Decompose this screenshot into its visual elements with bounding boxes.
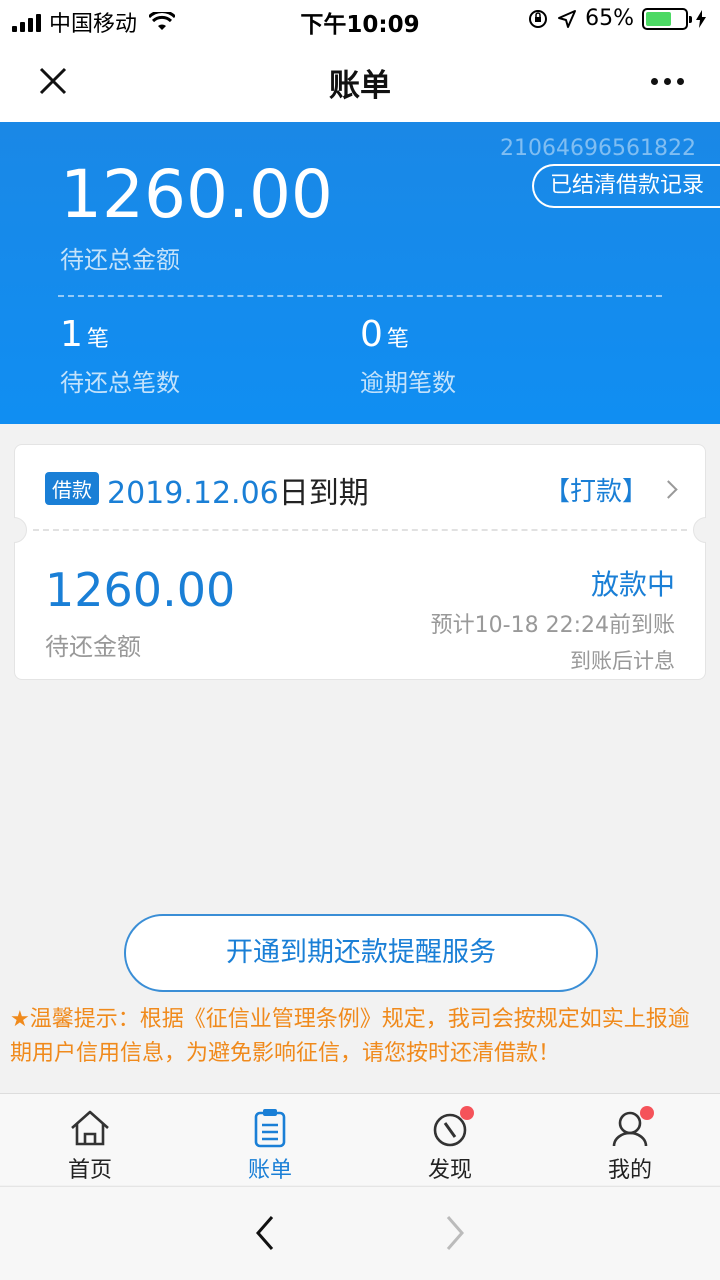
location-icon [558,9,577,28]
loan-interest-note: 到账后计息 [570,649,675,673]
chevron-left-icon [256,1216,274,1250]
overdue-count-label: 逾期笔数 [360,369,456,397]
warm-tip: ★温馨提示：根据《征信业管理条例》规定，我司会按规定如实上报逾期用户信用信息，为… [10,1007,690,1066]
notification-badge [640,1106,654,1120]
loan-tag: 借款 [45,472,99,505]
bill-id: 21064696561822 [500,136,696,161]
pending-count: 1 [60,314,83,355]
status-bar: 中国移动 下午10:09 65% [0,0,720,40]
tab-label: 首页 [67,1158,112,1183]
browser-toolbar [0,1186,720,1280]
pending-count-block: 1笔 待还总笔数 [60,314,180,398]
battery-percent: 65% [585,6,634,31]
tab-bill[interactable]: 账单 [180,1094,360,1185]
bill-summary: 21064696561822 已结清借款记录 1260.00 待还总金额 1笔 … [0,122,720,424]
due-date-value: 2019.12.06 [107,476,279,511]
divider [58,295,662,297]
due-date: 2019.12.06日到期 [107,468,369,512]
tab-label: 我的 [607,1158,652,1183]
overdue-count-block: 0笔 逾期笔数 [360,314,456,398]
settled-records-button[interactable]: 已结清借款记录 [531,164,720,208]
notification-badge [460,1106,474,1120]
loan-amount-label: 待还金额 [45,633,141,661]
more-dot-icon [676,77,684,85]
tab-mine[interactable]: 我的 [540,1094,720,1185]
bill-icon [254,1109,286,1148]
pay-link-label: 【打款】 [543,477,648,507]
overdue-unit: 笔 [386,327,409,352]
card-notch-right [693,517,706,543]
loan-card-header: 借款 2019.12.06日到期 【打款】 [15,445,705,529]
card-notch-left [14,517,27,543]
battery-icon [642,7,692,30]
rotation-lock-icon [529,9,548,28]
battery-fill [646,11,671,26]
tab-bar: 首页 账单 发现 我的 [0,1093,720,1185]
page-title: 账单 [329,68,391,104]
tab-discover[interactable]: 发现 [360,1094,540,1185]
status-right: 65% [527,6,706,31]
home-icon [71,1110,109,1146]
due-date-suffix: 日到期 [278,476,369,511]
pending-count-label: 待还总笔数 [60,369,180,397]
overdue-count: 0 [360,314,383,355]
back-button[interactable] [244,1211,288,1255]
enable-reminder-button[interactable]: 开通到期还款提醒服务 [124,914,598,992]
tab-home[interactable]: 首页 [0,1094,180,1185]
card-divider [33,529,687,531]
chevron-right-icon [659,480,678,499]
total-amount-label: 待还总金额 [60,246,180,274]
forward-button[interactable] [432,1211,476,1255]
nav-bar: 账单 [0,40,720,122]
loan-amount: 1260.00 [45,563,236,617]
pay-link[interactable]: 【打款】 [543,471,678,508]
loan-card[interactable]: 借款 2019.12.06日到期 【打款】 1260.00 待还金额 放款中 预… [14,444,706,680]
total-amount: 1260.00 [60,156,333,233]
charging-icon [696,9,706,28]
more-dot-icon [663,77,671,85]
pending-unit: 笔 [86,327,109,352]
loan-eta: 预计10-18 22:24前到账 [430,613,675,638]
loan-status: 放款中 [590,568,675,601]
more-dot-icon [650,77,658,85]
chevron-right-icon [446,1216,464,1250]
more-button[interactable] [642,56,692,106]
tab-label: 发现 [427,1158,472,1183]
tab-label: 账单 [247,1158,292,1183]
